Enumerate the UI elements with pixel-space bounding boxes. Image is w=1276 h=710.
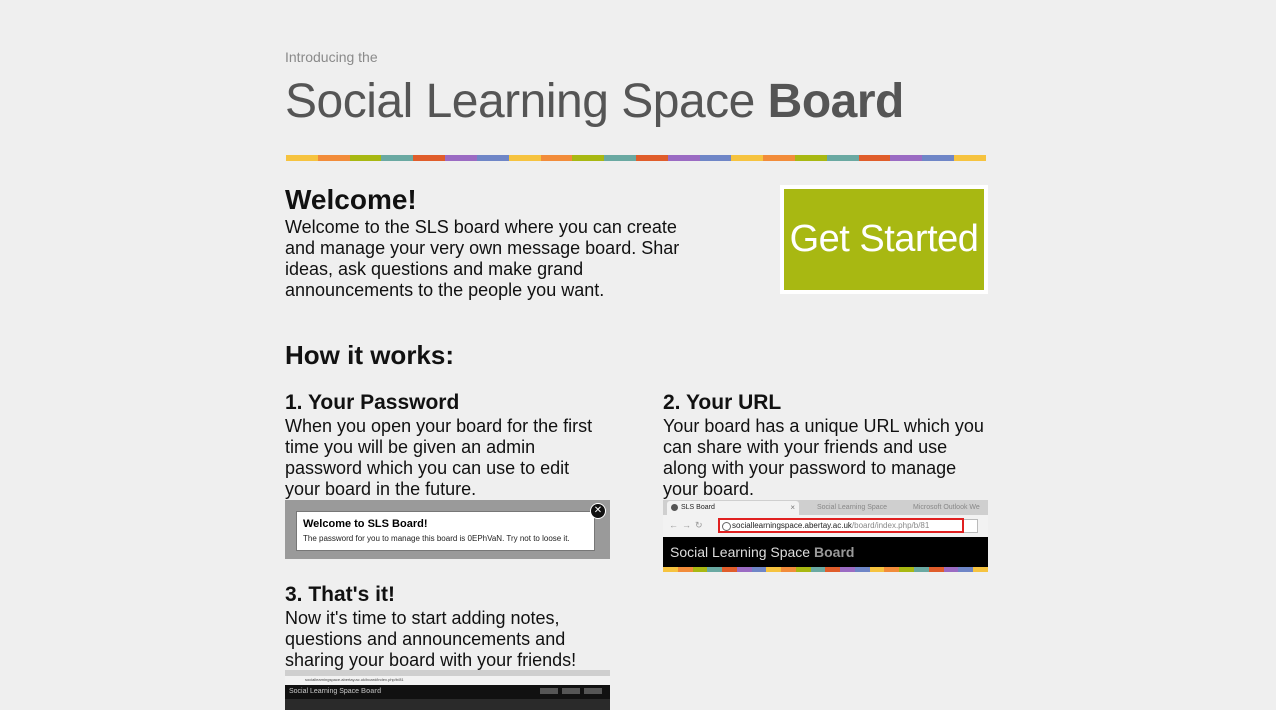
password-screenshot: Welcome to SLS Board! The password for y… bbox=[285, 500, 610, 559]
stripe-segment bbox=[286, 155, 318, 161]
get-started-button[interactable]: Get Started bbox=[784, 189, 984, 290]
nav-arrows-icon: ←→↻ bbox=[669, 520, 707, 530]
stripe-segment bbox=[825, 567, 841, 572]
browser-tab: Microsoft Outlook We bbox=[913, 504, 980, 511]
stripe-segment bbox=[317, 155, 350, 161]
tab-label: SLS Board bbox=[681, 504, 715, 511]
url-text: sociallearningspace.abertay.ac.uk/board/… bbox=[305, 677, 404, 682]
dialog-message: The password for you to manage this boar… bbox=[303, 534, 570, 543]
board-screenshot: sociallearningspace.abertay.ac.uk/board/… bbox=[285, 670, 610, 710]
stripe-segment bbox=[751, 567, 767, 572]
stripe-segment bbox=[858, 155, 891, 161]
stripe-segment bbox=[736, 567, 752, 572]
stripe-segment bbox=[445, 155, 477, 161]
browser-tab: Social Learning Space Boa bbox=[817, 504, 888, 525]
dialog-title: Welcome to SLS Board! bbox=[303, 518, 428, 530]
get-started-frame: Get Started bbox=[780, 185, 988, 294]
stripe-segment bbox=[958, 567, 974, 572]
stripe-segment bbox=[954, 155, 986, 161]
stripe-segment bbox=[667, 155, 700, 161]
board-color-stripe bbox=[663, 567, 988, 572]
stripe-segment bbox=[349, 155, 382, 161]
stripe-segment bbox=[914, 567, 929, 572]
stripe-segment bbox=[604, 155, 636, 161]
browser-tabs: SLS Board × Social Learning Space Boa Mic… bbox=[663, 500, 988, 525]
board-header-bar: Social Learning Space Board bbox=[663, 537, 988, 567]
bar-bold: Board bbox=[814, 544, 855, 560]
stripe-segment bbox=[381, 155, 414, 161]
title-light: Social Learning Space bbox=[285, 75, 768, 128]
stripe-segment bbox=[890, 155, 923, 161]
url-screenshot: SLS Board × Social Learning Space Boa Mic… bbox=[663, 500, 988, 572]
password-dialog: Welcome to SLS Board! The password for y… bbox=[296, 511, 595, 551]
stripe-segment bbox=[943, 567, 959, 572]
step-password-text: When you open your board for the first t… bbox=[285, 416, 593, 499]
stripe-segment bbox=[413, 155, 446, 161]
close-icon: ✕ bbox=[590, 503, 606, 519]
intro-text: Introducing the bbox=[285, 49, 378, 65]
stripe-segment bbox=[826, 155, 859, 161]
stripe-segment bbox=[731, 155, 764, 161]
stripe-segment bbox=[922, 155, 955, 161]
stripe-segment bbox=[540, 155, 573, 161]
stripe-segment bbox=[810, 567, 826, 572]
step-done-title: 3. That's it! bbox=[285, 583, 396, 606]
tab-close-icon: × bbox=[790, 503, 795, 512]
color-stripe bbox=[286, 155, 986, 161]
stripe-segment bbox=[766, 567, 782, 572]
address-bar: sociallearningspace.abertay.ac.uk/board/… bbox=[285, 676, 610, 685]
bar-bold: Board bbox=[361, 688, 382, 695]
bar-light: Social Learning Space bbox=[289, 688, 361, 695]
stripe-segment bbox=[677, 567, 693, 572]
url-highlight bbox=[718, 518, 964, 533]
welcome-text: Welcome to the SLS board where you can c… bbox=[285, 217, 680, 300]
stripe-segment bbox=[781, 567, 796, 572]
stripe-segment bbox=[699, 155, 732, 161]
favicon-icon bbox=[671, 504, 678, 511]
stripe-segment bbox=[635, 155, 668, 161]
stripe-segment bbox=[476, 155, 509, 161]
board-buttons bbox=[540, 688, 602, 694]
page-title: Social Learning Space Board bbox=[285, 74, 904, 129]
stripe-segment bbox=[508, 155, 541, 161]
stripe-segment bbox=[795, 155, 827, 161]
stripe-segment bbox=[928, 567, 944, 572]
browser-tab-active: SLS Board × bbox=[667, 501, 799, 515]
welcome-heading: Welcome! bbox=[285, 184, 417, 215]
stripe-segment bbox=[763, 155, 795, 161]
stripe-segment bbox=[899, 567, 915, 572]
stripe-segment bbox=[854, 567, 870, 572]
step-url-title: 2. Your URL bbox=[663, 391, 782, 414]
step-done-text: Now it's time to start adding notes, que… bbox=[285, 608, 577, 670]
stripe-segment bbox=[722, 567, 737, 572]
stripe-segment bbox=[707, 567, 723, 572]
step-password-title: 1. Your Password bbox=[285, 391, 460, 414]
step-url-text: Your board has a unique URL which you ca… bbox=[663, 416, 984, 499]
bar-light: Social Learning Space bbox=[670, 544, 814, 560]
stripe-segment bbox=[692, 567, 708, 572]
stripe-segment bbox=[840, 567, 855, 572]
stripe-segment bbox=[869, 567, 885, 572]
title-bold: Board bbox=[767, 75, 905, 128]
stripe-segment bbox=[973, 567, 988, 572]
stripe-segment bbox=[572, 155, 605, 161]
how-it-works-heading: How it works: bbox=[285, 340, 455, 370]
stripe-segment bbox=[795, 567, 811, 572]
stripe-segment bbox=[663, 567, 678, 572]
stripe-segment bbox=[884, 567, 900, 572]
